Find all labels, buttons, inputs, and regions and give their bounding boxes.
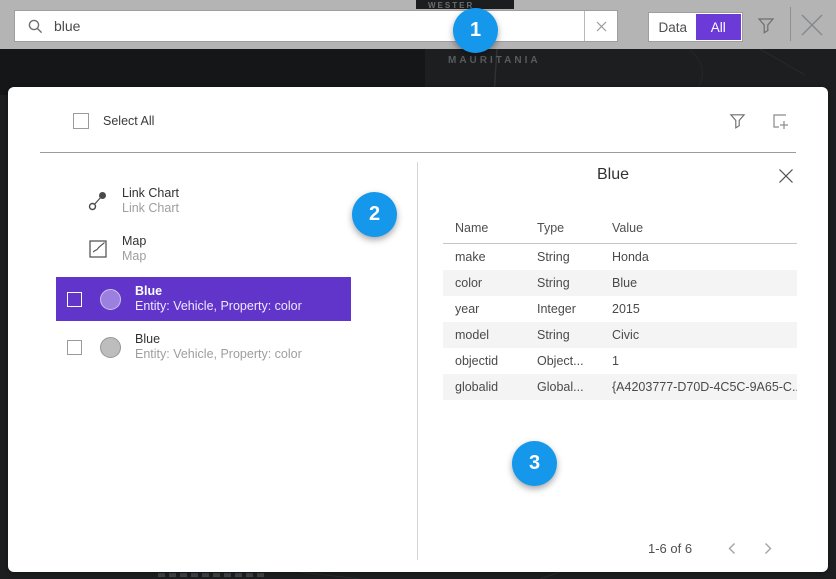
cell-name: make bbox=[455, 250, 537, 264]
app-screen: MAURITANIA Data All bbox=[0, 0, 836, 579]
chevron-left-icon[interactable] bbox=[726, 541, 738, 556]
detail-close-icon[interactable] bbox=[778, 168, 794, 184]
chevron-right-icon[interactable] bbox=[762, 541, 774, 556]
annotation-badge-1: 1 bbox=[453, 8, 498, 53]
table-row: model String Civic bbox=[443, 322, 797, 348]
annotation-badge-2: 2 bbox=[352, 192, 397, 237]
add-selection-icon[interactable] bbox=[770, 111, 790, 131]
cell-name: globalid bbox=[455, 380, 537, 394]
result-item-blue[interactable]: Blue Entity: Vehicle, Property: color bbox=[56, 325, 351, 369]
select-all-checkbox[interactable] bbox=[73, 113, 89, 129]
table-row: color String Blue bbox=[443, 270, 797, 296]
map-icon bbox=[88, 240, 108, 258]
col-header-name: Name bbox=[455, 221, 537, 235]
col-header-value: Value bbox=[612, 221, 797, 235]
cell-type: Integer bbox=[537, 302, 612, 316]
cell-value: 1 bbox=[612, 354, 797, 368]
result-subtitle: Map bbox=[122, 249, 146, 264]
cell-value: Honda bbox=[612, 250, 797, 264]
list-detail-divider bbox=[417, 162, 418, 560]
pagination-label: 1-6 of 6 bbox=[648, 541, 692, 556]
entity-circle-icon bbox=[100, 289, 121, 310]
cell-type: String bbox=[537, 276, 612, 290]
clear-x-icon bbox=[596, 21, 607, 32]
table-header-row: Name Type Value bbox=[443, 217, 797, 244]
map-label-western: WESTER bbox=[428, 1, 474, 9]
result-item-map[interactable]: Map Map bbox=[56, 227, 351, 271]
result-item-blue-selected[interactable]: Blue Entity: Vehicle, Property: color bbox=[56, 277, 351, 321]
link-chart-icon bbox=[88, 190, 108, 212]
search-input[interactable] bbox=[44, 11, 584, 41]
cell-name: objectid bbox=[455, 354, 537, 368]
result-item-link-chart[interactable]: Link Chart Link Chart bbox=[56, 179, 351, 223]
annotation-badge-3: 3 bbox=[512, 441, 557, 486]
result-checkbox[interactable] bbox=[67, 340, 82, 355]
result-title: Blue bbox=[135, 332, 302, 347]
select-all-row: Select All bbox=[73, 113, 154, 129]
map-label-mauritania: MAURITANIA bbox=[448, 55, 541, 66]
search-results-panel: Select All Link Chart Link Chart bbox=[8, 87, 828, 572]
cell-value: Blue bbox=[612, 276, 797, 290]
toggle-option-data[interactable]: Data bbox=[650, 14, 696, 40]
pagination: 1-6 of 6 bbox=[608, 539, 808, 557]
map-clipped-label bbox=[158, 573, 268, 577]
cell-name: year bbox=[455, 302, 537, 316]
toolbar-divider bbox=[790, 7, 791, 41]
cell-name: model bbox=[455, 328, 537, 342]
map-peek-notch: WESTER bbox=[416, 0, 514, 9]
search-toolbar: Data All WESTER bbox=[0, 0, 836, 49]
cell-type: Object... bbox=[537, 354, 612, 368]
close-search-icon[interactable] bbox=[799, 14, 825, 36]
cell-type: Global... bbox=[537, 380, 612, 394]
result-subtitle: Link Chart bbox=[122, 201, 179, 216]
search-icon bbox=[27, 18, 44, 35]
cell-value: Civic bbox=[612, 328, 797, 342]
search-input-wrap bbox=[14, 10, 618, 42]
select-all-label: Select All bbox=[103, 114, 154, 128]
results-filter-icon[interactable] bbox=[728, 111, 747, 130]
cell-type: String bbox=[537, 328, 612, 342]
cell-name: color bbox=[455, 276, 537, 290]
result-subtitle: Entity: Vehicle, Property: color bbox=[135, 299, 302, 314]
toggle-option-all[interactable]: All bbox=[696, 14, 742, 40]
cell-value: {A4203777-D70D-4C5C-9A65-C... bbox=[612, 380, 797, 394]
table-row: year Integer 2015 bbox=[443, 296, 797, 322]
result-title: Blue bbox=[135, 284, 302, 299]
result-subtitle: Entity: Vehicle, Property: color bbox=[135, 347, 302, 362]
table-row: objectid Object... 1 bbox=[443, 348, 797, 374]
detail-title: Blue bbox=[428, 166, 798, 184]
scope-toggle: Data All bbox=[648, 12, 743, 42]
entity-circle-icon bbox=[100, 337, 121, 358]
table-row: make String Honda bbox=[443, 244, 797, 270]
attribute-table: Name Type Value make String Honda color … bbox=[443, 217, 797, 400]
table-row: globalid Global... {A4203777-D70D-4C5C-9… bbox=[443, 374, 797, 400]
result-checkbox[interactable] bbox=[67, 292, 82, 307]
filter-icon[interactable] bbox=[756, 15, 776, 35]
cell-value: 2015 bbox=[612, 302, 797, 316]
col-header-type: Type bbox=[537, 221, 612, 235]
panel-header-divider bbox=[40, 152, 796, 153]
result-title: Map bbox=[122, 234, 146, 249]
clear-search-button[interactable] bbox=[584, 11, 617, 41]
result-title: Link Chart bbox=[122, 186, 179, 201]
cell-type: String bbox=[537, 250, 612, 264]
